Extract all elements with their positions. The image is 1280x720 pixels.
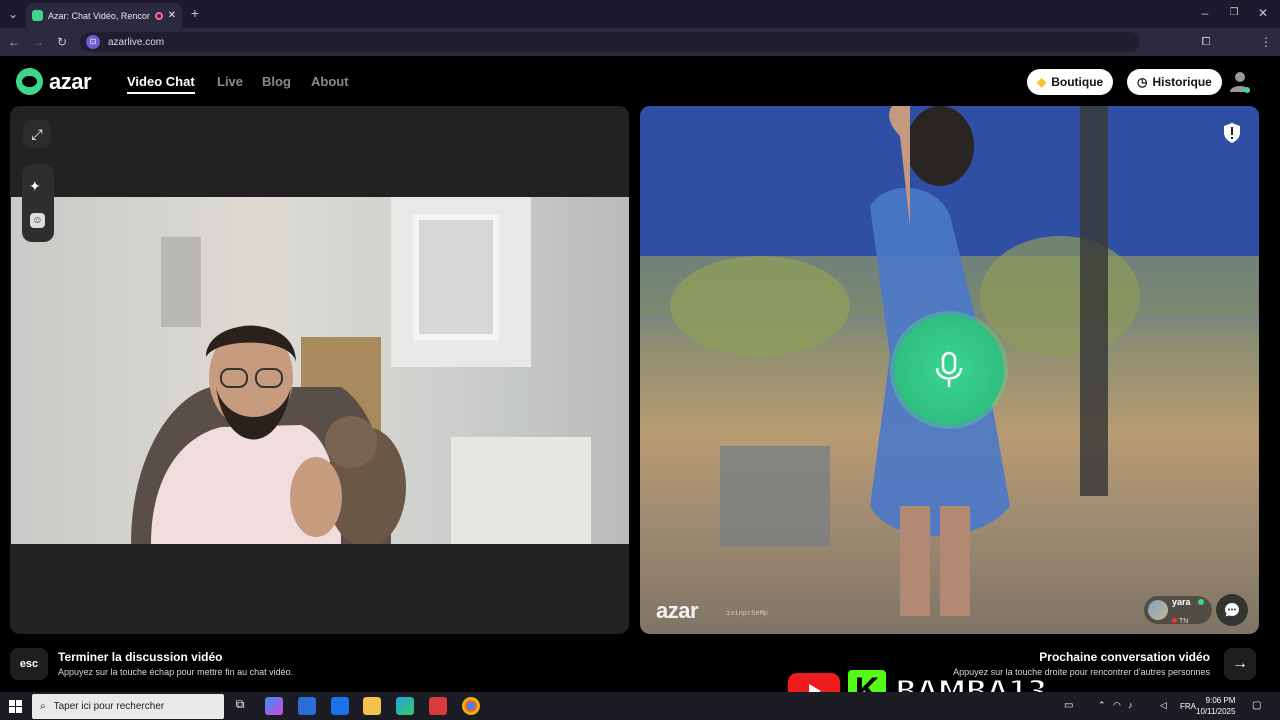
azar-favicon-icon — [32, 10, 43, 21]
next-chat-button[interactable]: → — [1224, 648, 1256, 680]
user-profile-icon[interactable] — [1229, 70, 1251, 94]
watermark-id: ivinprSeMp — [726, 610, 769, 618]
report-shield-icon[interactable] — [1222, 122, 1242, 144]
notifications-icon[interactable]: ▢ — [1252, 700, 1261, 711]
search-placeholder: Taper ici pour rechercher — [53, 701, 165, 712]
logo-text: azar — [49, 68, 92, 94]
azar-logo[interactable]: azar — [16, 68, 92, 95]
end-chat-subtitle: Appuyez sur la touche échap pour mettre … — [58, 667, 294, 677]
back-icon[interactable]: ← — [5, 33, 23, 51]
clock-date: 10/11/2025 — [1196, 707, 1236, 716]
mail-icon[interactable] — [331, 697, 349, 715]
chat-bubble-icon — [1225, 603, 1239, 617]
self-camera-feed — [11, 197, 629, 544]
forward-icon[interactable]: → — [29, 33, 47, 51]
file-explorer-icon[interactable] — [363, 697, 381, 715]
url-field[interactable]: ⊡ azarlive.com — [80, 32, 1140, 52]
arrow-right-icon: → — [1232, 655, 1248, 672]
monitor-icon[interactable]: ▭ — [1064, 700, 1073, 711]
effects-toolbar — [22, 164, 54, 242]
task-view-icon[interactable]: ⧉ — [231, 697, 249, 715]
peer-name: yara — [1172, 597, 1191, 607]
tab-list-icon[interactable]: ⌄ — [4, 5, 22, 23]
chat-button[interactable] — [1216, 594, 1248, 626]
verified-badge-icon — [1197, 599, 1204, 605]
esc-key-button[interactable]: esc — [10, 648, 48, 680]
chrome-icon[interactable] — [462, 697, 480, 715]
end-chat-title: Terminer la discussion vidéo — [58, 650, 223, 664]
browser-tab-bar: ⌄ Azar: Chat Vidéo, Rencontr ✕ + – ❐ ✕ — [0, 0, 1280, 28]
clock-icon: ◷ — [1137, 75, 1148, 89]
next-chat-title: Prochaine conversation vidéo — [1039, 650, 1210, 664]
taskbar-clock[interactable]: 9:06 PM 10/11/2025 — [1196, 695, 1235, 717]
reload-icon[interactable]: ↻ — [53, 33, 71, 51]
edge-icon[interactable] — [396, 697, 414, 715]
close-tab-icon[interactable]: ✕ — [168, 10, 176, 21]
boutique-button[interactable]: ◆ Boutique — [1027, 69, 1114, 95]
peer-avatar — [1148, 600, 1168, 620]
boutique-label: Boutique — [1051, 75, 1104, 89]
search-icon: ⌕ — [40, 701, 46, 712]
tray-chevron-icon[interactable]: ⌃ — [1098, 700, 1106, 711]
windows-start-icon[interactable] — [9, 700, 22, 713]
close-window-icon[interactable]: ✕ — [1254, 4, 1272, 22]
historique-label: Historique — [1152, 75, 1212, 89]
nav-about[interactable]: About — [311, 74, 349, 89]
self-camera-image — [131, 197, 591, 544]
country-flag-icon — [1172, 618, 1177, 623]
recording-icon — [154, 11, 163, 20]
face-filter-icon[interactable]: ☺ — [30, 213, 45, 228]
nav-live[interactable]: Live — [217, 74, 243, 89]
peer-info-badge[interactable]: yara TN — [1144, 596, 1212, 625]
extensions-puzzle-icon[interactable]: ⧠ — [1197, 33, 1215, 51]
browser-menu-icon[interactable]: ⋮ — [1257, 33, 1275, 51]
store-icon[interactable] — [298, 697, 316, 715]
expand-icon: ⤢ — [31, 125, 43, 142]
mic-tray-icon[interactable]: ♪ — [1128, 700, 1133, 710]
historique-button[interactable]: ◷ Historique — [1127, 69, 1222, 95]
sparkle-effects-icon[interactable]: ✦ — [29, 178, 41, 195]
restore-icon[interactable]: ❐ — [1225, 4, 1243, 22]
nav-video-chat[interactable]: Video Chat — [127, 74, 195, 94]
site-info-icon[interactable]: ⊡ — [86, 35, 100, 49]
expand-button[interactable]: ⤢ — [23, 120, 51, 148]
clock-time: 9:06 PM — [1205, 696, 1236, 705]
azar-logo-icon — [16, 68, 43, 95]
microphone-button[interactable] — [894, 315, 1004, 425]
copilot-icon[interactable] — [265, 697, 283, 715]
volume-icon[interactable]: ◁ — [1160, 700, 1167, 711]
browser-tab[interactable]: Azar: Chat Vidéo, Rencontr ✕ — [26, 3, 182, 28]
azar-watermark: azar — [656, 598, 699, 623]
taskbar-search[interactable]: ⌕ Taper ici pour rechercher — [32, 694, 224, 719]
new-tab-icon[interactable]: + — [186, 4, 204, 22]
tab-title: Azar: Chat Vidéo, Rencontr — [48, 10, 150, 21]
minimize-icon[interactable]: – — [1196, 4, 1214, 22]
microphone-icon — [935, 351, 963, 387]
url-text: azarlive.com — [108, 36, 165, 48]
language-indicator[interactable]: FRA — [1180, 702, 1196, 711]
app-icon[interactable] — [429, 697, 447, 715]
wifi-icon[interactable]: ◠ — [1113, 700, 1121, 711]
nav-blog[interactable]: Blog — [262, 74, 291, 89]
peer-country: TN — [1179, 618, 1189, 625]
diamond-icon: ◆ — [1037, 75, 1047, 89]
